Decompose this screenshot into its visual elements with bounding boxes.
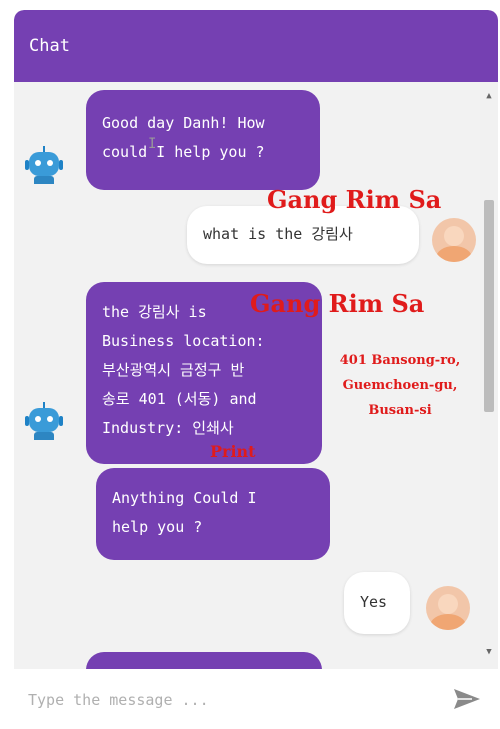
- annotation-address: 401 Bansong-ro, Guemchoen-gu, Busan-si: [339, 353, 461, 418]
- user-message: what is the 강림사: [187, 206, 419, 264]
- message-input[interactable]: [26, 686, 430, 714]
- robot-icon: [24, 400, 64, 440]
- bot-message-partial: [86, 652, 322, 669]
- chat-window: Chat Good day Danh! How could I help you…: [14, 10, 498, 729]
- annotation-name: Gang Rim Sa: [250, 289, 425, 318]
- text-cursor-icon: I: [148, 136, 157, 152]
- annotation-name: Gang Rim Sa: [267, 185, 442, 214]
- send-icon[interactable]: [452, 687, 482, 711]
- scrollbar[interactable]: ▲ ▼: [480, 82, 498, 669]
- message-list[interactable]: Good day Danh! How could I help you ? I …: [14, 82, 498, 669]
- robot-icon: [24, 144, 64, 184]
- bot-message: Good day Danh! How could I help you ?: [86, 90, 320, 190]
- user-icon: [426, 586, 470, 630]
- input-bar: [14, 669, 498, 729]
- chat-header: Chat: [14, 10, 498, 82]
- bot-message: Anything Could I help you ?: [96, 468, 330, 560]
- arrow-down-icon[interactable]: ▼: [480, 644, 498, 660]
- scroll-thumb[interactable]: [484, 200, 494, 412]
- annotation-industry: Print: [210, 442, 256, 461]
- user-message: Yes: [344, 572, 410, 634]
- chat-title: Chat: [29, 36, 70, 56]
- arrow-up-icon[interactable]: ▲: [480, 88, 498, 104]
- user-icon: [432, 218, 476, 262]
